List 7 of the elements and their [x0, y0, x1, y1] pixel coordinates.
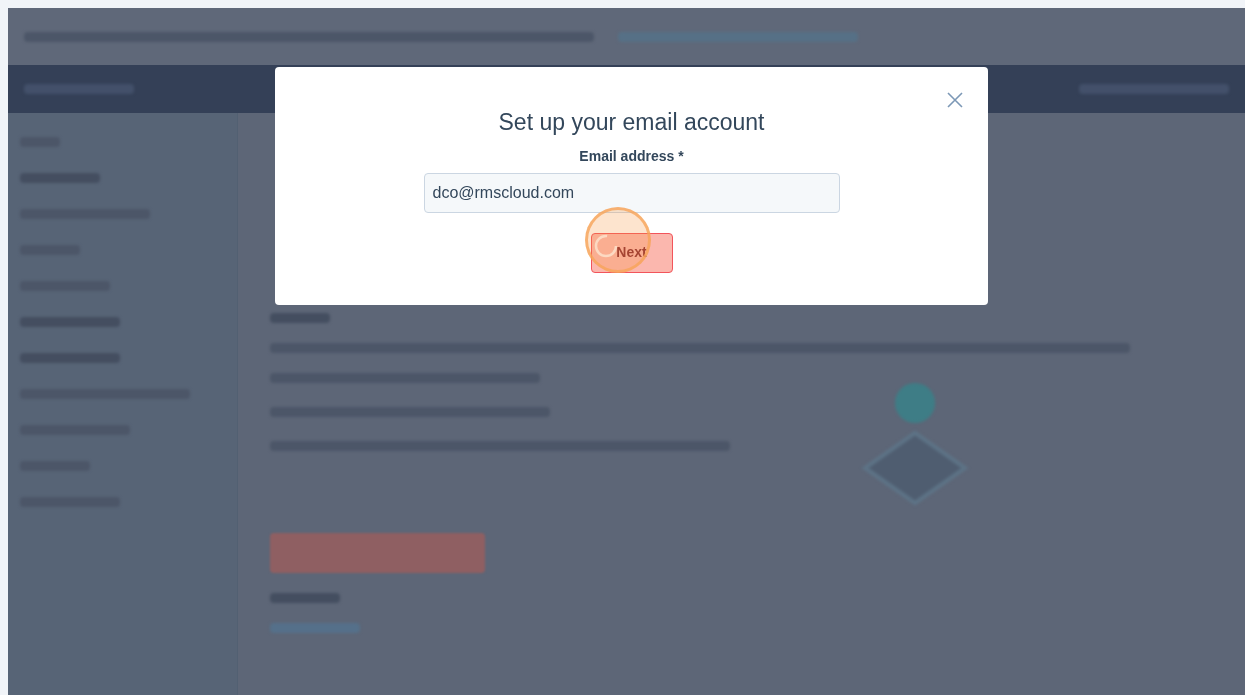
blurred-text-bar	[270, 313, 330, 323]
email-input-field[interactable]: dco@rmscloud.com	[423, 172, 840, 213]
close-icon[interactable]	[946, 91, 964, 109]
modal-title: Set up your email account	[498, 108, 765, 137]
field-label: Email address *	[579, 146, 684, 166]
spinner-icon	[593, 233, 619, 259]
blurred-text-bar	[270, 593, 340, 603]
